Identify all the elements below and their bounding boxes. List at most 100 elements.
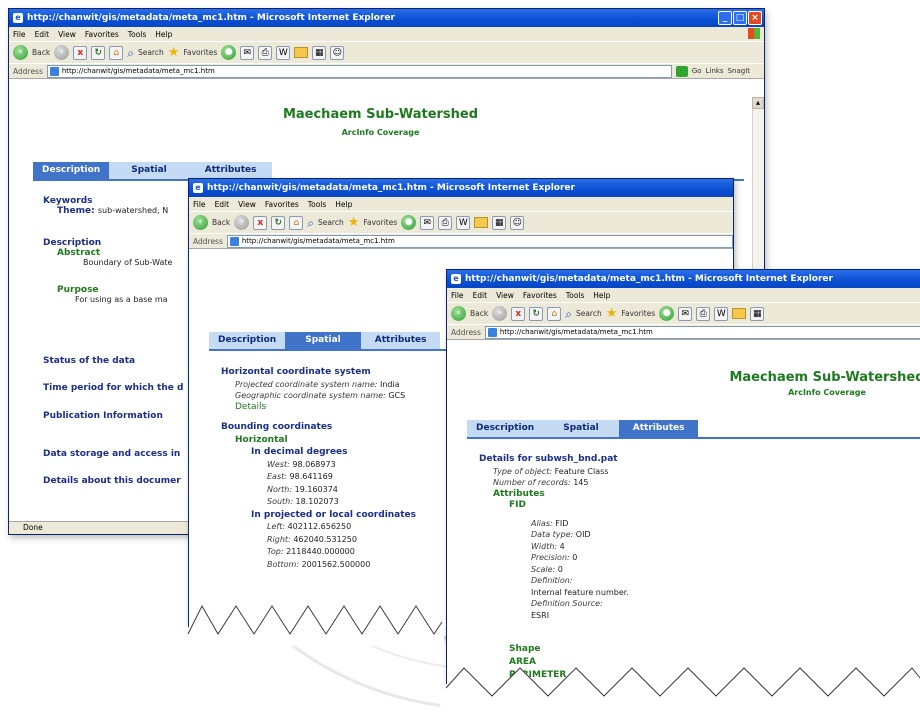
menu-view[interactable]: View bbox=[238, 200, 256, 209]
search-icon[interactable]: ⌕ bbox=[565, 307, 572, 321]
print-icon[interactable]: ⎙ bbox=[438, 215, 453, 230]
menu-view[interactable]: View bbox=[496, 291, 514, 300]
address-input[interactable]: http://chanwit/gis/metadata/meta_mc1.htm bbox=[484, 325, 920, 339]
data-storage-link[interactable]: Data storage and access in bbox=[43, 449, 180, 459]
home-icon[interactable]: ⌂ bbox=[289, 215, 304, 230]
details-heading[interactable]: Details for subwsh_bnd.pat bbox=[479, 454, 629, 466]
address-input[interactable]: http://chanwit/gis/metadata/meta_mc1.htm bbox=[46, 64, 672, 78]
keywords-heading[interactable]: Keywords bbox=[43, 196, 168, 206]
tab-description[interactable]: Description bbox=[33, 162, 110, 179]
favorites-label[interactable]: Favorites bbox=[363, 218, 397, 227]
research-icon[interactable]: ▦ bbox=[312, 45, 327, 60]
refresh-icon[interactable]: ↻ bbox=[91, 45, 106, 60]
back-label[interactable]: Back bbox=[470, 309, 488, 318]
tab-attributes[interactable]: Attributes bbox=[618, 420, 699, 437]
edit-icon[interactable]: W bbox=[456, 215, 471, 230]
print-icon[interactable]: ⎙ bbox=[258, 45, 273, 60]
hcs-heading[interactable]: Horizontal coordinate system bbox=[221, 367, 405, 379]
window-titlebar[interactable]: e http://chanwit/gis/metadata/meta_mc1.h… bbox=[9, 9, 764, 27]
maximize-button[interactable]: □ bbox=[733, 11, 747, 25]
favorites-star-icon[interactable]: ★ bbox=[168, 45, 180, 60]
window-titlebar[interactable]: e http://chanwit/gis/metadata/meta_mc1.h… bbox=[189, 179, 733, 197]
menu-favorites[interactable]: Favorites bbox=[265, 200, 299, 209]
menu-help[interactable]: Help bbox=[335, 200, 352, 209]
address-url[interactable]: http://chanwit/gis/metadata/meta_mc1.htm bbox=[242, 237, 395, 245]
print-icon[interactable]: ⎙ bbox=[696, 306, 711, 321]
tab-spatial[interactable]: Spatial bbox=[285, 332, 361, 349]
purpose-label[interactable]: Purpose bbox=[43, 285, 172, 295]
forward-icon[interactable]: › bbox=[234, 215, 250, 230]
tab-description[interactable]: Description bbox=[467, 420, 544, 437]
forward-icon[interactable]: › bbox=[492, 306, 508, 321]
tab-spatial[interactable]: Spatial bbox=[543, 420, 619, 437]
address-url[interactable]: http://chanwit/gis/metadata/meta_mc1.htm bbox=[500, 328, 653, 336]
stop-icon[interactable]: x bbox=[73, 45, 88, 60]
search-icon[interactable]: ⌕ bbox=[127, 46, 134, 60]
media-icon[interactable]: ● bbox=[401, 215, 417, 230]
menu-file[interactable]: File bbox=[13, 30, 26, 39]
refresh-icon[interactable]: ↻ bbox=[271, 215, 286, 230]
messenger-icon[interactable]: ☺ bbox=[510, 215, 525, 230]
address-input[interactable]: http://chanwit/gis/metadata/meta_mc1.htm bbox=[226, 234, 733, 248]
stop-icon[interactable]: x bbox=[511, 306, 526, 321]
forward-icon[interactable]: › bbox=[54, 45, 70, 60]
messenger-icon[interactable]: ☺ bbox=[330, 45, 345, 60]
abstract-label[interactable]: Abstract bbox=[43, 248, 172, 258]
folder-icon[interactable] bbox=[294, 47, 309, 58]
search-label[interactable]: Search bbox=[138, 48, 164, 57]
back-icon[interactable]: ‹ bbox=[13, 45, 28, 60]
search-label[interactable]: Search bbox=[318, 218, 344, 227]
close-button[interactable]: × bbox=[748, 11, 762, 25]
favorites-label[interactable]: Favorites bbox=[621, 309, 655, 318]
folder-icon[interactable] bbox=[474, 217, 489, 228]
media-icon[interactable]: ● bbox=[221, 45, 237, 60]
menu-edit[interactable]: Edit bbox=[215, 200, 230, 209]
field-shape[interactable]: Shape bbox=[479, 643, 629, 656]
menu-edit[interactable]: Edit bbox=[35, 30, 50, 39]
home-icon[interactable]: ⌂ bbox=[547, 306, 562, 321]
back-icon[interactable]: ‹ bbox=[193, 215, 208, 230]
document-details-link[interactable]: Details about this documer bbox=[43, 476, 181, 486]
menu-tools[interactable]: Tools bbox=[308, 200, 326, 209]
description-heading[interactable]: Description bbox=[43, 238, 172, 248]
back-label[interactable]: Back bbox=[32, 48, 50, 57]
bounding-heading[interactable]: Bounding coordinates bbox=[221, 421, 416, 434]
status-link[interactable]: Status of the data bbox=[43, 356, 135, 366]
tab-attributes[interactable]: Attributes bbox=[360, 332, 441, 349]
home-icon[interactable]: ⌂ bbox=[109, 45, 124, 60]
menu-file[interactable]: File bbox=[193, 200, 206, 209]
menu-tools[interactable]: Tools bbox=[128, 30, 146, 39]
menu-favorites[interactable]: Favorites bbox=[523, 291, 557, 300]
stop-icon[interactable]: x bbox=[253, 215, 268, 230]
favorites-label[interactable]: Favorites bbox=[183, 48, 217, 57]
favorites-star-icon[interactable]: ★ bbox=[606, 306, 618, 321]
mail-icon[interactable]: ✉ bbox=[678, 306, 693, 321]
refresh-icon[interactable]: ↻ bbox=[529, 306, 544, 321]
tab-spatial[interactable]: Spatial bbox=[109, 162, 189, 179]
research-icon[interactable]: ▦ bbox=[750, 306, 765, 321]
menu-help[interactable]: Help bbox=[155, 30, 172, 39]
mail-icon[interactable]: ✉ bbox=[420, 215, 435, 230]
time-period-link[interactable]: Time period for which the d bbox=[43, 383, 183, 393]
back-label[interactable]: Back bbox=[212, 218, 230, 227]
minimize-button[interactable]: _ bbox=[718, 11, 732, 25]
menu-edit[interactable]: Edit bbox=[473, 291, 488, 300]
go-button[interactable]: Go bbox=[692, 67, 702, 75]
back-icon[interactable]: ‹ bbox=[451, 306, 466, 321]
edit-icon[interactable]: W bbox=[276, 45, 291, 60]
links-button[interactable]: Links bbox=[706, 67, 724, 75]
tab-description[interactable]: Description bbox=[209, 332, 286, 349]
window-titlebar[interactable]: e http://chanwit/gis/metadata/meta_mc1.h… bbox=[447, 270, 920, 288]
edit-icon[interactable]: W bbox=[714, 306, 729, 321]
search-icon[interactable]: ⌕ bbox=[307, 216, 314, 230]
go-icon[interactable] bbox=[675, 65, 688, 77]
media-icon[interactable]: ● bbox=[659, 306, 675, 321]
search-label[interactable]: Search bbox=[576, 309, 602, 318]
snagit-button[interactable]: SnagIt bbox=[728, 67, 750, 75]
menu-tools[interactable]: Tools bbox=[566, 291, 584, 300]
menu-file[interactable]: File bbox=[451, 291, 464, 300]
field-fid[interactable]: FID bbox=[479, 500, 629, 512]
details-link[interactable]: Details bbox=[221, 402, 405, 414]
menu-favorites[interactable]: Favorites bbox=[85, 30, 119, 39]
research-icon[interactable]: ▦ bbox=[492, 215, 507, 230]
